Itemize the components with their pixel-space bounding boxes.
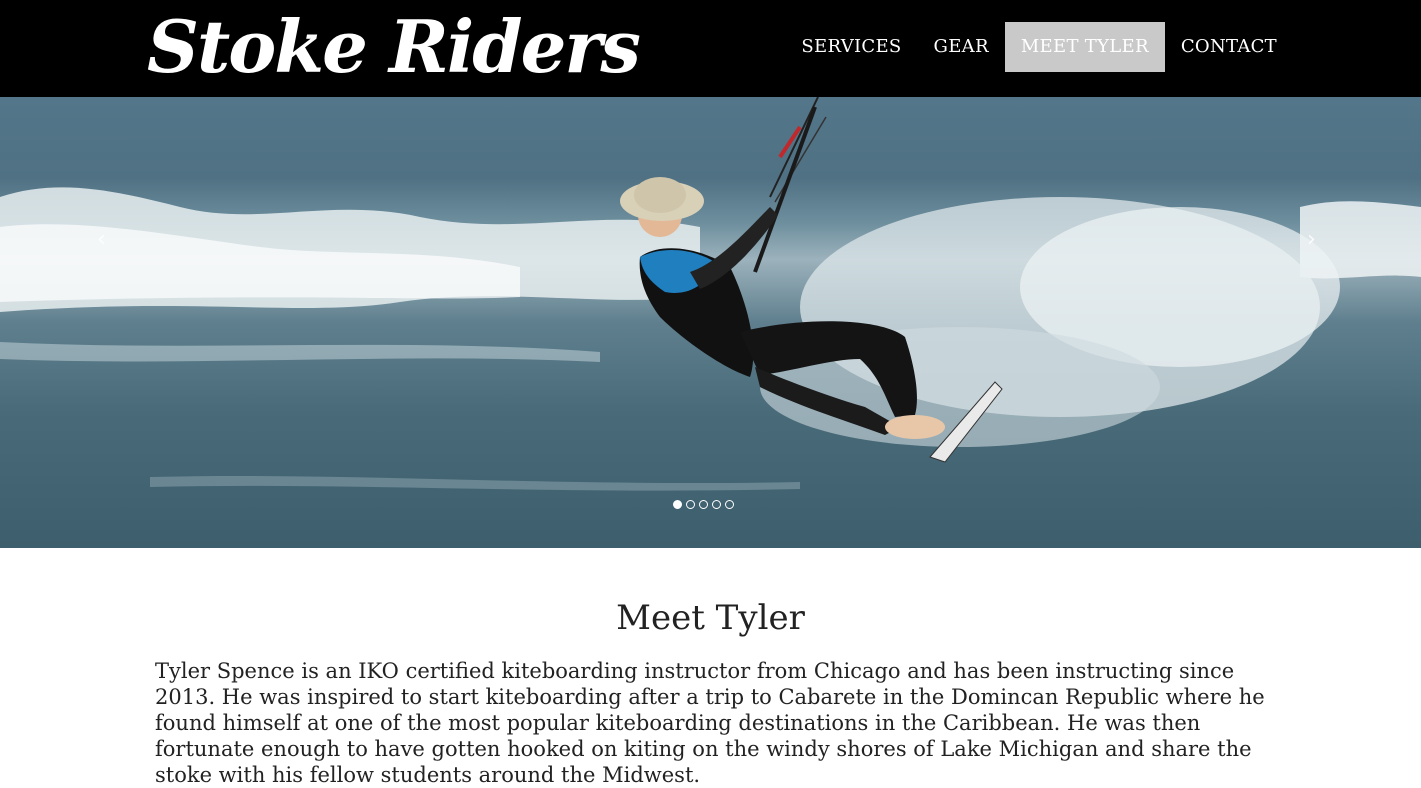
chevron-right-icon[interactable]: › [1307, 227, 1316, 252]
nav-contact[interactable]: CONTACT [1165, 22, 1293, 72]
page-title: Meet Tyler [616, 598, 805, 638]
site-header: Stoke Riders SERVICES GEAR MEET TYLER CO… [0, 0, 1421, 97]
nav-gear[interactable]: GEAR [918, 22, 1005, 72]
hero-carousel: ‹ › [0, 97, 1421, 548]
hero-image [0, 97, 1421, 491]
carousel-dot-1[interactable] [673, 500, 682, 509]
carousel-dot-2[interactable] [686, 500, 695, 509]
site-logo[interactable]: Stoke Riders [147, 2, 641, 92]
carousel-dot-3[interactable] [699, 500, 708, 509]
chevron-left-icon[interactable]: ‹ [97, 227, 106, 252]
main-nav: SERVICES GEAR MEET TYLER CONTACT [785, 22, 1293, 72]
bio-paragraph: Tyler Spence is an IKO certified kiteboa… [155, 659, 1265, 787]
carousel-dot-4[interactable] [712, 500, 721, 509]
nav-meet-tyler[interactable]: MEET TYLER [1004, 22, 1165, 72]
nav-services[interactable]: SERVICES [785, 22, 917, 72]
carousel-indicators [673, 500, 734, 509]
carousel-dot-5[interactable] [725, 500, 734, 509]
